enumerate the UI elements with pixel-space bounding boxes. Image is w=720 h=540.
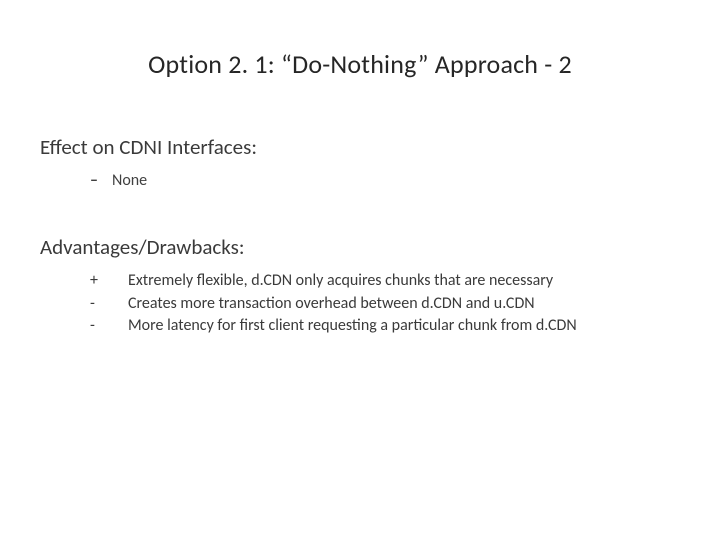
advantages-heading: Advantages/Drawbacks: xyxy=(40,234,680,260)
list-item: - More latency for first client requesti… xyxy=(90,315,680,337)
drawback-text: More latency for first client requesting… xyxy=(128,315,577,337)
drawback-text: Creates more transaction overhead betwee… xyxy=(128,293,535,315)
plus-icon: + xyxy=(90,270,128,292)
section-advantages: Advantages/Drawbacks: + Extremely flexib… xyxy=(40,234,680,338)
list-item: – None xyxy=(90,170,680,192)
effect-item-text: None xyxy=(112,170,147,192)
effect-list: – None xyxy=(40,170,680,192)
minus-icon: - xyxy=(90,315,128,337)
effect-heading: Effect on CDNI Interfaces: xyxy=(40,134,680,160)
list-item: + Extremely flexible, d.CDN only acquire… xyxy=(90,270,680,292)
advantages-list: + Extremely flexible, d.CDN only acquire… xyxy=(40,270,680,337)
minus-icon: - xyxy=(90,293,128,315)
section-effect: Effect on CDNI Interfaces: – None xyxy=(40,134,680,192)
bullet-dash-icon: – xyxy=(90,170,102,192)
advantage-text: Extremely flexible, d.CDN only acquires … xyxy=(128,270,553,292)
list-item: - Creates more transaction overhead betw… xyxy=(90,293,680,315)
slide-title: Option 2. 1: “Do-Nothing” Approach - 2 xyxy=(0,48,720,80)
slide: Option 2. 1: “Do-Nothing” Approach - 2 E… xyxy=(0,0,720,540)
